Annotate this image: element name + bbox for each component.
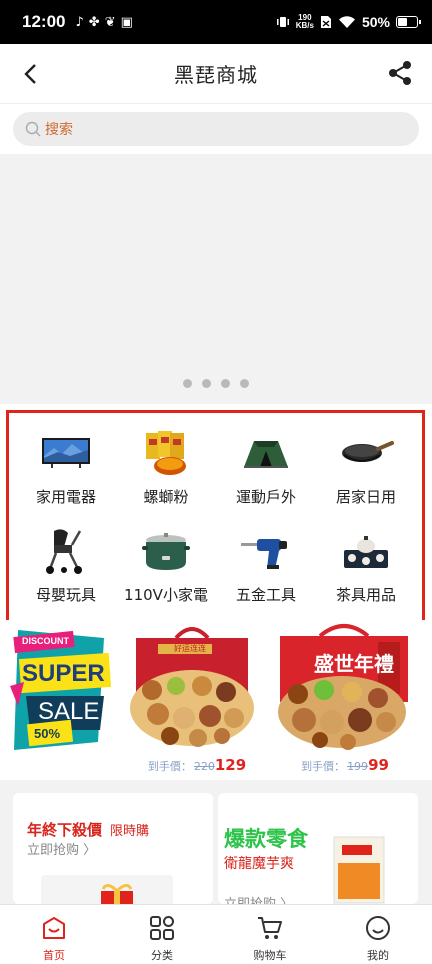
price-row: 到手價： 220129 [147, 756, 247, 774]
promo-strip: DISCOUNT SUPER SALE 50% 好运连连 到手價：220129 [0, 620, 432, 780]
super-sale-banner[interactable]: DISCOUNT SUPER SALE 50% [10, 626, 114, 754]
stroller-icon [36, 526, 96, 576]
shopping-app-icon: ▣ [120, 14, 133, 30]
category-item[interactable]: 母嬰玩具 [16, 518, 116, 610]
category-item[interactable]: 家用電器 [16, 420, 116, 512]
gift-box-text: 盛世年禮 [314, 652, 394, 676]
cart-icon [256, 914, 284, 942]
deal-subtitle: 衛龍魔芋爽 [224, 856, 294, 872]
category-item[interactable]: 茶具用品 [316, 518, 416, 610]
fan-icon: ✤ [88, 14, 100, 30]
year-end-deal-card[interactable]: 年終下殺價 限時購 立即抢购 〉 [13, 793, 213, 904]
network-speed: 190 KB/s [295, 13, 314, 30]
wok-pan-icon [336, 428, 396, 478]
search-placeholder: 搜索 [45, 122, 73, 138]
buy-now-link[interactable]: 立即抢购 〉 [224, 893, 293, 904]
app-screen: 12:00 ♪ ✤ ❦ ▣ 190 KB/s 50% 黑琵商城 搜索 家用電器 … [0, 0, 432, 964]
sale-price: 129 [214, 756, 247, 774]
deal-subtitle: 限時購 [110, 824, 150, 839]
search-input[interactable]: 搜索 [13, 112, 419, 146]
chevron-left-icon [24, 64, 36, 84]
share-button[interactable] [386, 58, 416, 88]
smiley-user-icon [364, 914, 392, 942]
no-sim-icon [320, 16, 331, 28]
carousel-dot[interactable] [183, 379, 192, 388]
deal-product-image [41, 875, 173, 904]
super-text: SUPER [22, 660, 105, 687]
deal-title: 年終下殺價 [27, 821, 103, 839]
battery-icon [396, 16, 421, 28]
tiktok-icon: ♪ [75, 14, 84, 30]
new-year-gift-box-image [278, 624, 408, 750]
price-row: 到手價： 19999 [301, 756, 389, 774]
carousel-dot[interactable] [240, 379, 249, 388]
snack-box-image [333, 836, 385, 904]
app-header: 黑琵商城 [0, 44, 432, 104]
nav-category[interactable]: 分类 [108, 905, 216, 964]
carousel-dot[interactable] [221, 379, 230, 388]
nut-gift-box-image [130, 627, 254, 747]
tent-icon [236, 428, 296, 478]
tv-icon [36, 428, 96, 478]
grid-icon [148, 914, 176, 942]
discount-text: DISCOUNT [22, 636, 69, 646]
carousel-dot[interactable] [202, 379, 211, 388]
sale-text: SALE [38, 698, 100, 725]
category-item[interactable]: 居家日用 [316, 420, 416, 512]
search-bar: 搜索 [0, 104, 432, 154]
nav-cart[interactable]: 购物车 [216, 905, 324, 964]
vibrate-icon [276, 17, 289, 27]
category-item[interactable]: 110V小家電 [116, 518, 216, 610]
gift-icon [101, 884, 133, 904]
category-item[interactable]: 運動戶外 [216, 420, 316, 512]
original-price: 220 [193, 760, 215, 773]
page-title: 黑琵商城 [174, 63, 258, 87]
battery-percent: 50% [361, 14, 390, 30]
snacks-deal-card[interactable]: 爆款零食 衛龍魔芋爽 立即抢购 〉 [218, 793, 418, 904]
power-drill-icon [236, 526, 296, 576]
banner-carousel[interactable] [0, 154, 432, 404]
status-time: 12:00 [22, 12, 66, 31]
bottom-nav: 首页 分类 购物车 我的 [0, 904, 432, 964]
electric-pot-icon [136, 526, 196, 576]
category-item[interactable]: 螺螄粉 [116, 420, 216, 512]
deal-title: 爆款零食 [224, 827, 308, 851]
carousel-dots [0, 379, 432, 388]
leaf-app-icon: ❦ [104, 14, 116, 30]
sale-percent: 50% [34, 726, 61, 741]
share-icon [389, 61, 411, 85]
buy-now-link[interactable]: 立即抢购 〉 [27, 839, 96, 858]
back-button[interactable] [16, 60, 44, 88]
noodle-packs-icon [136, 428, 196, 478]
promo-product-card[interactable]: 好运连连 到手價： 220129 [122, 620, 272, 780]
home-icon [40, 914, 68, 942]
battery-level [398, 18, 407, 26]
category-grid: 家用電器 螺螄粉 運動戶外 居家日用 母嬰玩具 110V小家電 五金工具 茶具用… [16, 420, 416, 610]
original-price: 199 [347, 760, 369, 773]
nav-profile[interactable]: 我的 [324, 905, 432, 964]
tea-set-icon [336, 526, 396, 576]
sale-price: 99 [368, 756, 389, 774]
promo-product-card[interactable]: 盛世年禮 到手價： 19999 [270, 620, 420, 780]
gift-box-text: 好运连连 [174, 644, 206, 653]
nav-home[interactable]: 首页 [0, 905, 108, 964]
deal-section: 年終下殺價限時購 立即抢购 〉 爆款零食 衛龍魔芋爽 立即抢购 〉 [0, 780, 432, 904]
wifi-icon [338, 16, 355, 28]
search-icon [25, 121, 41, 137]
category-item[interactable]: 五金工具 [216, 518, 316, 610]
status-bar: 12:00 ♪ ✤ ❦ ▣ 190 KB/s 50% [0, 0, 432, 44]
category-panel: 家用電器 螺螄粉 運動戶外 居家日用 母嬰玩具 110V小家電 五金工具 茶具用… [0, 404, 432, 626]
